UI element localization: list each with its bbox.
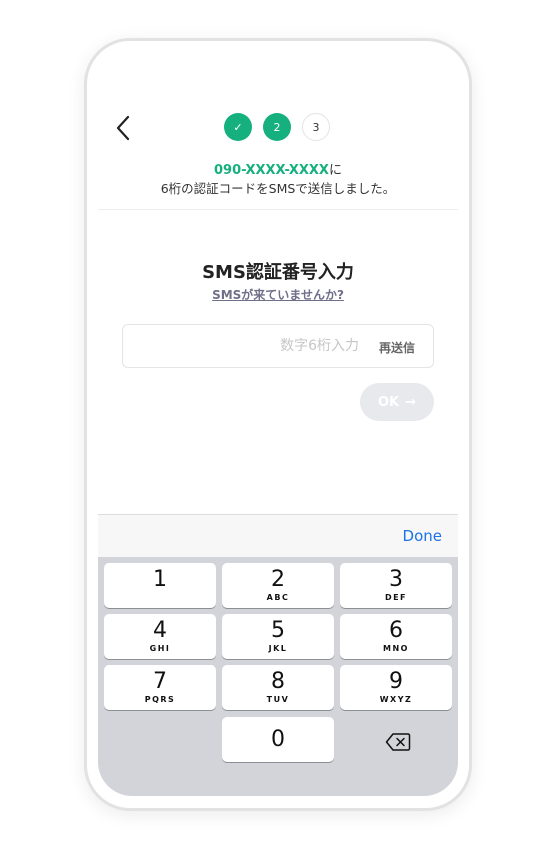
key-number: 1 xyxy=(153,567,167,592)
step-2-current: 2 xyxy=(263,113,291,141)
key-letters: JKL xyxy=(268,644,288,653)
divider xyxy=(98,209,458,210)
phone-number: 090-XXXX-XXXX xyxy=(214,163,329,178)
key-number: 4 xyxy=(153,618,167,643)
numeric-keyboard: 1 2 ABC 3 DEF 4 GHI 5 JKL 6 MNO 7 PQRS 8 xyxy=(98,557,458,796)
key-letters: GHI xyxy=(149,644,171,653)
ok-button[interactable]: OK → xyxy=(360,383,434,421)
key-letters: TUV xyxy=(266,695,290,704)
code-field: 再送信 xyxy=(122,324,434,368)
step-3-label: 3 xyxy=(312,120,320,134)
arrow-right-icon: → xyxy=(405,394,417,410)
step-3-todo: 3 xyxy=(302,113,330,141)
done-button[interactable]: Done xyxy=(403,527,442,545)
key-letters: ABC xyxy=(266,593,290,602)
key-9[interactable]: 9 WXYZ xyxy=(340,665,452,710)
key-number: 7 xyxy=(153,669,167,694)
key-letters: WXYZ xyxy=(379,695,413,704)
key-number: 2 xyxy=(271,567,285,592)
key-letters: PQRS xyxy=(144,695,176,704)
sms-not-received-link[interactable]: SMSが来ていませんか? xyxy=(98,286,458,303)
phone-number-line: 090-XXXX-XXXXに xyxy=(98,159,458,178)
key-5[interactable]: 5 JKL xyxy=(222,614,334,659)
key-2[interactable]: 2 ABC xyxy=(222,563,334,608)
step-1-done: ✓ xyxy=(224,113,252,141)
key-number: 9 xyxy=(389,669,403,694)
resend-button[interactable]: 再送信 xyxy=(379,339,415,356)
keyboard-toolbar: Done xyxy=(98,514,458,557)
key-number: 3 xyxy=(389,567,403,592)
key-3[interactable]: 3 DEF xyxy=(340,563,452,608)
backspace-icon xyxy=(385,732,411,751)
page-title: SMS認証番号入力 xyxy=(202,262,354,283)
phone-screen: ✓ 2 3 090-XXXX-XXXXに 6桁の認証コードをSMSで送信しました… xyxy=(98,52,458,796)
step-indicator: ✓ 2 3 xyxy=(98,113,458,143)
verification-code-input[interactable] xyxy=(123,325,373,367)
key-6[interactable]: 6 MNO xyxy=(340,614,452,659)
key-number: 5 xyxy=(271,618,285,643)
key-4[interactable]: 4 GHI xyxy=(104,614,216,659)
key-1[interactable]: 1 xyxy=(104,563,216,608)
key-7[interactable]: 7 PQRS xyxy=(104,665,216,710)
key-number: 8 xyxy=(271,669,285,694)
key-number: 6 xyxy=(389,618,403,643)
phone-suffix: に xyxy=(328,163,342,178)
key-8[interactable]: 8 TUV xyxy=(222,665,334,710)
check-icon: ✓ xyxy=(233,120,243,134)
key-number: 0 xyxy=(271,726,285,752)
key-0[interactable]: 0 xyxy=(222,717,334,762)
ok-label: OK xyxy=(377,394,400,410)
sent-message: 6桁の認証コードをSMSで送信しました。 xyxy=(160,181,396,196)
key-letters: MNO xyxy=(383,644,409,653)
backspace-button[interactable] xyxy=(342,719,454,764)
key-letters: DEF xyxy=(384,593,408,602)
step-2-label: 2 xyxy=(273,120,281,134)
